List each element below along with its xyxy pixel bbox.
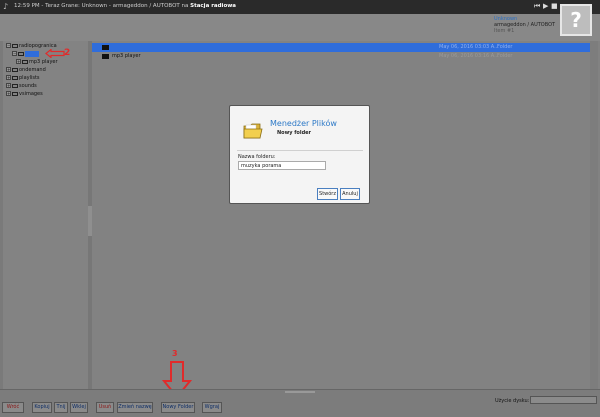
folder-icon bbox=[243, 123, 263, 139]
top-status-bar: ♪ 12:59 PM - Teraz Grane: Unknown - arma… bbox=[0, 0, 600, 14]
folder-icon bbox=[12, 75, 18, 80]
dialog-title: Menedżer Plików bbox=[270, 119, 337, 128]
collapse-icon[interactable]: − bbox=[6, 43, 11, 48]
expand-icon[interactable]: + bbox=[6, 91, 11, 96]
expand-icon[interactable]: + bbox=[16, 59, 21, 64]
folder-icon bbox=[12, 67, 18, 72]
file-date: May 06, 2016 03:03 A... bbox=[439, 44, 499, 50]
collapse-icon[interactable]: − bbox=[12, 51, 17, 56]
rename-button[interactable]: Zmień nazwę bbox=[117, 402, 153, 413]
file-name: mp3 player bbox=[112, 53, 141, 59]
folder-icon bbox=[102, 54, 109, 59]
tree-item-label: mp3 player bbox=[29, 59, 58, 65]
tree-item-sounds[interactable]: + sounds bbox=[6, 83, 37, 90]
expand-icon[interactable]: + bbox=[6, 83, 11, 88]
stop-icon[interactable]: ■ bbox=[551, 2, 558, 10]
disk-usage-label: Użycie dysku: bbox=[495, 398, 530, 404]
tree-item-label: sounds bbox=[19, 83, 37, 89]
disk-usage-bar bbox=[530, 396, 597, 404]
file-row[interactable]: mp3 player May 06, 2016 03:16 A... Folde… bbox=[92, 52, 590, 61]
annotation-label-3: 3 bbox=[172, 349, 178, 358]
tree-item-vsimages[interactable]: + vsimages bbox=[6, 91, 43, 98]
tree-item-selected[interactable]: − bbox=[12, 51, 39, 58]
annotation-arrow-left-icon bbox=[45, 49, 65, 58]
expand-icon[interactable]: + bbox=[6, 67, 11, 72]
file-row[interactable]: May 06, 2016 03:03 A... Folder bbox=[92, 43, 590, 52]
paste-button[interactable]: Wklej bbox=[70, 402, 88, 413]
upload-button[interactable]: Wgraj bbox=[202, 402, 222, 413]
station-name[interactable]: Stacja radiowa bbox=[190, 3, 236, 9]
folder-icon bbox=[102, 45, 109, 50]
tree-item-mp3-player[interactable]: + mp3 player bbox=[16, 59, 58, 66]
copy-button[interactable]: Kopiuj bbox=[32, 402, 52, 413]
now-playing-text: - Teraz Grane: Unknown - armageddon / AU… bbox=[41, 3, 191, 9]
time-text: 12:59 PM bbox=[14, 3, 40, 9]
folder-name-label: Nazwa folderu: bbox=[238, 154, 276, 160]
user-info: Unknown armageddon / AUTOBOT Item #1 bbox=[494, 16, 555, 34]
folder-tree: − radiopogranica − + mp3 player + ondemand … bbox=[3, 41, 90, 389]
expand-icon[interactable]: + bbox=[6, 75, 11, 80]
now-playing-status: 12:59 PM - Teraz Grane: Unknown - armage… bbox=[14, 3, 236, 9]
avatar[interactable]: ? bbox=[560, 4, 592, 36]
back-button[interactable]: Wróć bbox=[2, 402, 24, 413]
folder-icon bbox=[18, 51, 24, 56]
delete-button[interactable]: Usuń bbox=[96, 402, 114, 413]
folder-icon bbox=[22, 59, 28, 64]
prev-icon[interactable]: ⏮ bbox=[534, 2, 540, 11]
tree-item-label: playlists bbox=[19, 75, 40, 81]
file-date: May 06, 2016 03:16 A... bbox=[439, 53, 499, 59]
cut-button[interactable]: Tnij bbox=[54, 402, 68, 413]
file-type: Folder bbox=[497, 53, 513, 59]
file-list: May 06, 2016 03:03 A... Folder mp3 playe… bbox=[92, 41, 600, 389]
dialog-subtitle: Nowy folder bbox=[277, 130, 311, 136]
user-id: Item #1 bbox=[494, 28, 515, 34]
new-folder-button[interactable]: Nowy Folder bbox=[161, 402, 195, 413]
speaker-icon[interactable]: ♪ bbox=[3, 2, 11, 11]
folder-icon bbox=[12, 91, 18, 96]
tree-item-playlists[interactable]: + playlists bbox=[6, 75, 40, 82]
tree-item-ondemand[interactable]: + ondemand bbox=[6, 67, 46, 74]
play-icon[interactable]: ▶ bbox=[543, 2, 548, 10]
file-type: Folder bbox=[497, 44, 513, 50]
new-folder-dialog: Menedżer Plików Nowy folder Nazwa folder… bbox=[229, 105, 370, 204]
folder-icon bbox=[12, 43, 18, 48]
resize-grip[interactable] bbox=[285, 391, 315, 393]
folder-name-input[interactable] bbox=[238, 161, 326, 170]
tree-item-label: vsimages bbox=[19, 91, 43, 97]
folder-icon bbox=[12, 83, 18, 88]
annotation-label-2: 2 bbox=[64, 48, 71, 58]
tree-item-label: ondemand bbox=[19, 67, 46, 73]
file-list-scrollbar[interactable] bbox=[590, 41, 598, 389]
tree-item-label[interactable] bbox=[25, 51, 39, 57]
divider bbox=[237, 150, 363, 151]
cancel-button[interactable]: Anuluj bbox=[340, 188, 360, 200]
create-button[interactable]: Stwórz bbox=[317, 188, 338, 200]
